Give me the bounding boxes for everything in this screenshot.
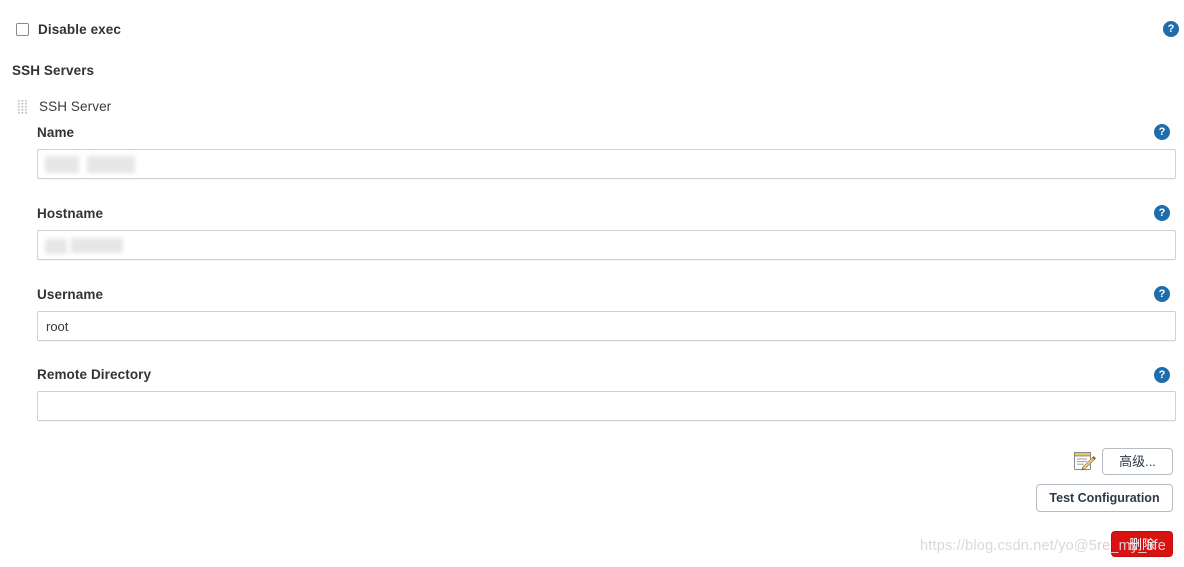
advanced-button[interactable]: 高级... [1102, 448, 1173, 475]
help-icon-hostname[interactable]: ? [1154, 205, 1170, 221]
name-input[interactable] [37, 149, 1176, 179]
help-icon-username[interactable]: ? [1154, 286, 1170, 302]
test-configuration-button[interactable]: Test Configuration [1036, 484, 1173, 512]
disable-exec-checkbox[interactable] [16, 23, 29, 36]
disable-exec-label: Disable exec [38, 22, 122, 37]
ssh-servers-section-title: SSH Servers [12, 63, 95, 78]
remote-directory-input[interactable] [37, 391, 1176, 421]
username-input[interactable] [37, 311, 1176, 341]
notepad-edit-icon[interactable] [1072, 449, 1096, 473]
field-remote-directory: Remote Directory [37, 367, 1176, 421]
help-icon-remote-directory[interactable]: ? [1154, 367, 1170, 383]
help-icon-disable-exec[interactable]: ? [1163, 21, 1179, 37]
disable-exec-row[interactable]: Disable exec [16, 22, 121, 37]
hostname-input[interactable] [37, 230, 1176, 260]
field-username: Username [37, 287, 1176, 341]
field-label-hostname: Hostname [37, 206, 104, 221]
watermark-prefix: https://blog.csdn.net/yo@5 [920, 538, 1098, 554]
help-icon-name[interactable]: ? [1154, 124, 1170, 140]
field-label-username: Username [37, 287, 104, 302]
field-label-name: Name [37, 125, 75, 140]
ssh-server-label: SSH Server [39, 99, 112, 114]
field-label-remote-directory: Remote Directory [37, 367, 152, 382]
field-hostname: Hostname [37, 206, 1176, 260]
drag-handle-icon[interactable] [18, 99, 27, 114]
delete-button[interactable]: 删除 [1111, 531, 1173, 557]
field-name: Name [37, 125, 1176, 179]
ssh-server-header[interactable]: SSH Server [18, 99, 111, 114]
